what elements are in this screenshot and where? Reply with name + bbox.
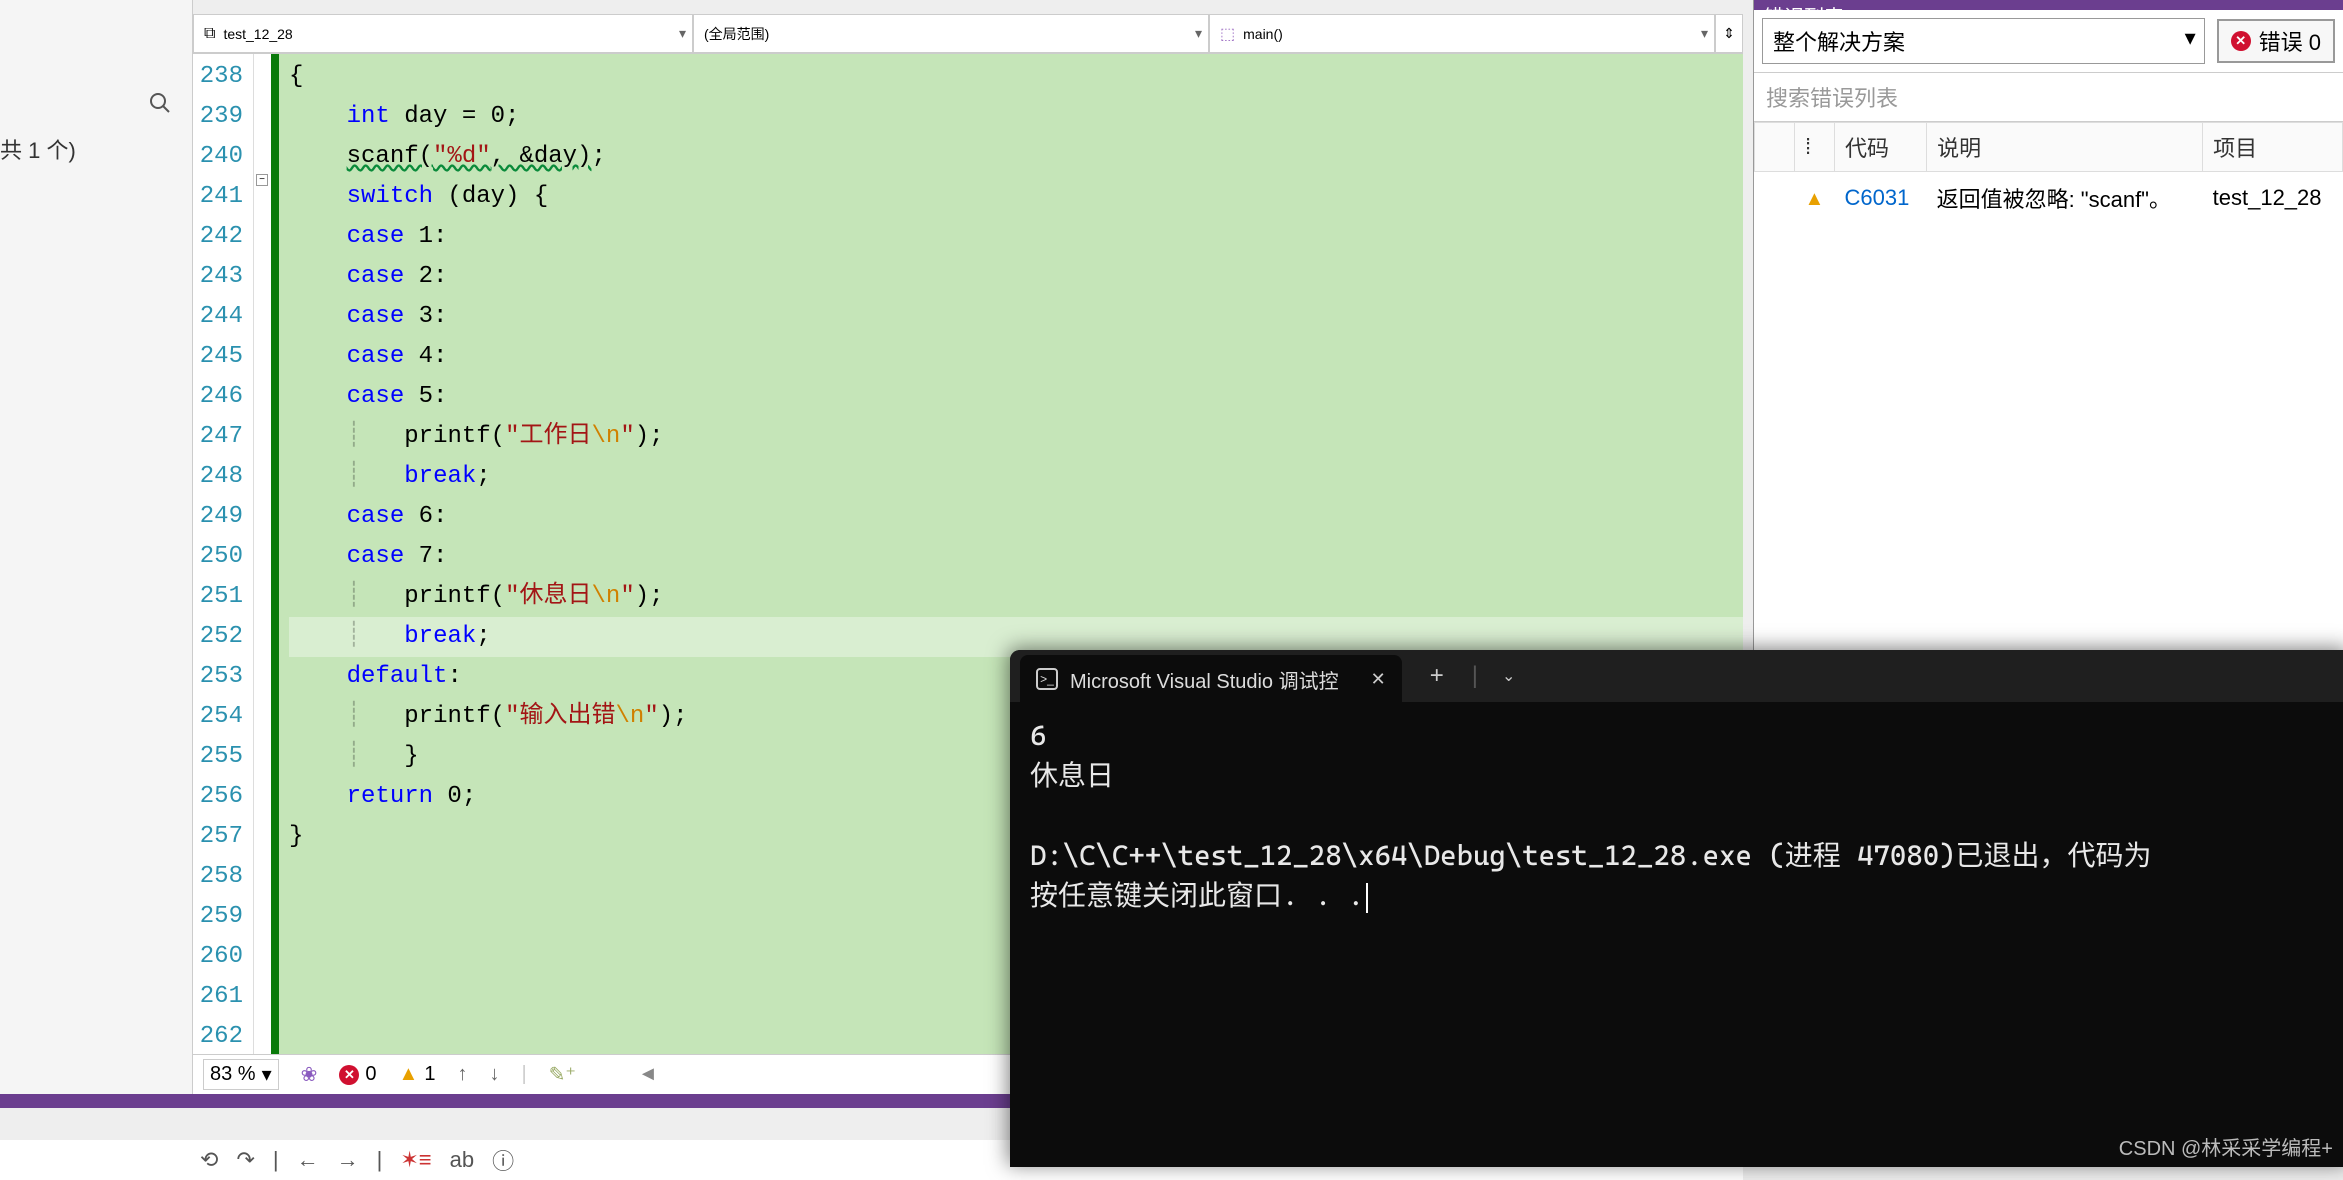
- symbol-dropdown[interactable]: ⬚ main(): [1209, 14, 1715, 53]
- scope-dropdown-label: (全局范围): [704, 24, 769, 44]
- col-project[interactable]: 项目: [2203, 123, 2343, 172]
- fold-toggle-icon[interactable]: −: [256, 174, 268, 186]
- nav-down-icon[interactable]: ↓: [489, 1063, 499, 1086]
- error-panel-title: 错误列表: [1754, 0, 2343, 10]
- toolbar-btn[interactable]: ab: [450, 1147, 474, 1173]
- console-tab[interactable]: >_ Microsoft Visual Studio 调试控 ✕: [1020, 655, 1402, 704]
- solution-count-label: 共 1 个): [0, 133, 76, 165]
- wand-icon[interactable]: ✎⁺: [549, 1062, 576, 1087]
- new-tab-button[interactable]: +: [1430, 662, 1444, 690]
- error-icon: ✕: [339, 1065, 359, 1085]
- navigation-bar: ⧉ test_12_28 (全局范围) ⬚ main() ⇕: [193, 14, 1743, 54]
- zoom-label: 83 %: [210, 1063, 256, 1086]
- toolbar-btn[interactable]: ⟲: [200, 1147, 218, 1173]
- toolbar-btn[interactable]: →: [337, 1147, 359, 1173]
- warning-count[interactable]: ▲ 1: [399, 1063, 436, 1086]
- tab-dropdown-icon[interactable]: ⌄: [1502, 666, 1515, 686]
- terminal-icon: >_: [1036, 668, 1058, 690]
- change-indicator: [271, 54, 279, 1054]
- error-scope-label: 整个解决方案: [1773, 30, 1905, 55]
- toolbar-btn[interactable]: ✶≡: [400, 1147, 431, 1173]
- scope-dropdown[interactable]: (全局范围): [693, 14, 1209, 53]
- warning-count-value: 1: [424, 1063, 435, 1086]
- toolbar-btn[interactable]: ↷: [236, 1147, 254, 1173]
- console-titlebar[interactable]: >_ Microsoft Visual Studio 调试控 ✕ + | ⌄: [1010, 650, 2343, 702]
- col-sort[interactable]: ⁞: [1795, 123, 1835, 172]
- col-icon[interactable]: [1755, 123, 1795, 172]
- zoom-selector[interactable]: 83 %▾: [203, 1059, 279, 1090]
- toolbar-btn[interactable]: ←: [297, 1147, 319, 1173]
- col-desc[interactable]: 说明: [1927, 123, 2203, 172]
- error-panel-toolbar: 整个解决方案 ✕ 错误 0: [1754, 10, 2343, 73]
- line-number-gutter: 2382392402412422432442452462472482492502…: [193, 54, 253, 1054]
- split-button[interactable]: ⇕: [1715, 14, 1743, 53]
- project-dropdown-label: test_12_28: [223, 26, 292, 42]
- toolbar-btn[interactable]: ⓘ: [492, 1144, 514, 1176]
- error-count[interactable]: ✕ 0: [339, 1063, 376, 1086]
- error-scope-dropdown[interactable]: 整个解决方案: [1762, 18, 2205, 64]
- col-code[interactable]: 代码: [1835, 123, 1927, 172]
- cursor: [1366, 883, 1368, 913]
- fold-column[interactable]: −: [253, 54, 271, 1054]
- error-table-header-row: ⁞ 代码 说明 项目: [1755, 123, 2343, 172]
- error-row[interactable]: ▲C6031返回值被忽略: "scanf"。test_12_28: [1755, 172, 2343, 225]
- nav-up-icon[interactable]: ↑: [457, 1063, 467, 1086]
- console-output[interactable]: 6 休息日 D:\C\C++\test_12_28\x64\Debug\test…: [1010, 702, 2343, 930]
- watermark: CSDN @林采采学编程+: [2119, 1132, 2333, 1161]
- project-icon: ⧉: [204, 25, 215, 43]
- debug-console-window: >_ Microsoft Visual Studio 调试控 ✕ + | ⌄ 6…: [1010, 650, 2343, 1167]
- error-icon: ✕: [2231, 31, 2251, 51]
- error-filter-label: 错误 0: [2259, 25, 2321, 57]
- solution-explorer-panel: 共 1 个): [0, 0, 193, 1102]
- error-table: ⁞ 代码 说明 项目 ▲C6031返回值被忽略: "scanf"。test_12…: [1754, 122, 2343, 224]
- console-tab-title: Microsoft Visual Studio 调试控: [1070, 665, 1339, 694]
- symbol-dropdown-label: main(): [1243, 26, 1283, 42]
- close-icon[interactable]: ✕: [1371, 669, 1386, 690]
- cube-icon: ⬚: [1220, 24, 1235, 44]
- error-filter-button[interactable]: ✕ 错误 0: [2217, 19, 2335, 63]
- error-search-input[interactable]: 搜索错误列表: [1754, 73, 2343, 122]
- lightbulb-icon[interactable]: ❀: [301, 1062, 318, 1087]
- warning-icon: ▲: [399, 1063, 419, 1086]
- error-count-value: 0: [365, 1063, 376, 1086]
- search-icon[interactable]: [142, 85, 177, 120]
- project-dropdown[interactable]: ⧉ test_12_28: [193, 14, 693, 53]
- scroll-left-icon[interactable]: ◄: [638, 1063, 658, 1086]
